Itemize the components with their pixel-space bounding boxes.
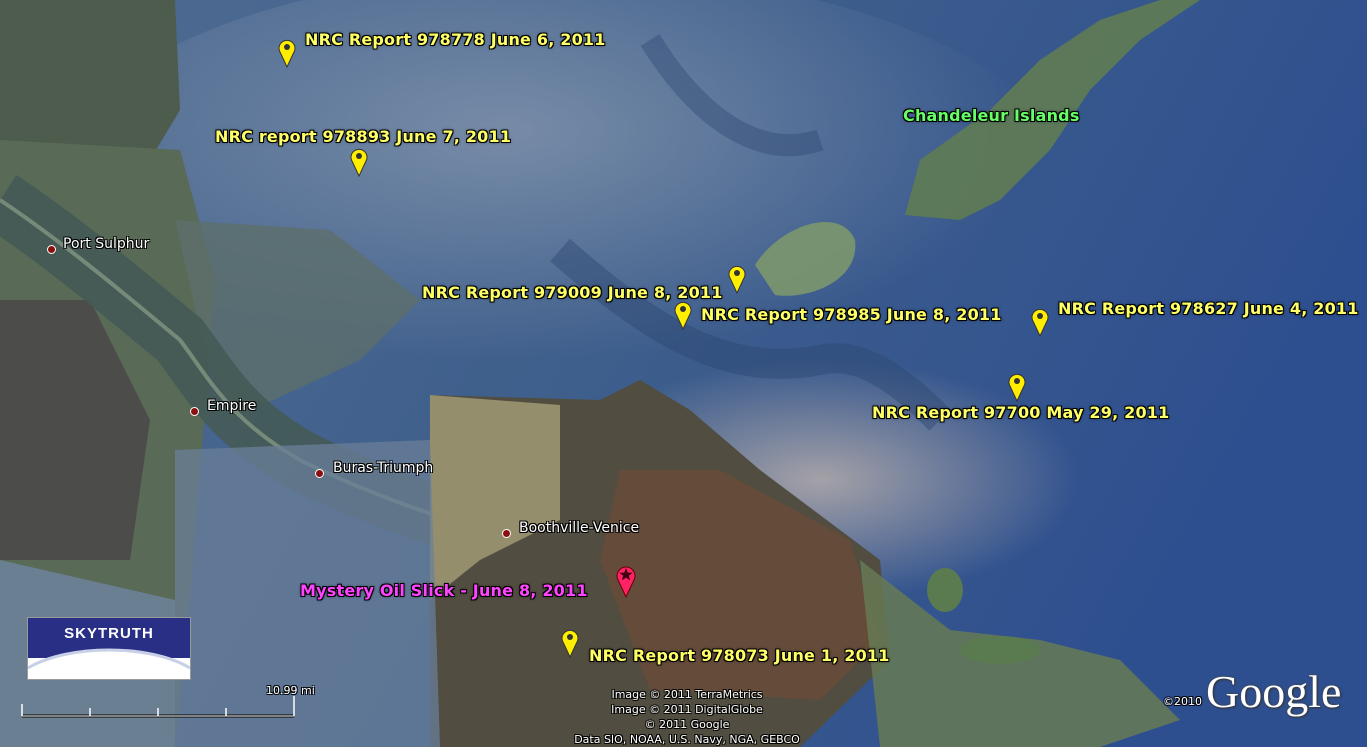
boothville-venice-label[interactable]: Boothville-Venice: [519, 520, 639, 536]
google-logo: Google: [1206, 666, 1342, 717]
nrc-report-978778-label[interactable]: NRC Report 978778 June 6, 2011: [305, 30, 606, 49]
empire-label[interactable]: Empire: [207, 398, 256, 414]
map-pin-icon[interactable]: [1007, 370, 1027, 402]
data-credit-sources: Data SIO, NOAA, U.S. Navy, NGA, GEBCO: [574, 733, 800, 746]
town-dot-icon[interactable]: [47, 245, 56, 254]
map-pin-icon[interactable]: [277, 36, 297, 68]
town-dot-icon[interactable]: [502, 529, 511, 538]
nrc-report-97700-label[interactable]: NRC Report 97700 May 29, 2011: [872, 403, 1169, 422]
chandeleur-islands-label: Chandeleur Islands: [903, 106, 1080, 125]
port-sulphur-label[interactable]: Port Sulphur: [63, 236, 149, 252]
skytruth-logo: SKYTRUTH: [27, 617, 191, 680]
town-dot-icon[interactable]: [315, 469, 324, 478]
imagery-credit-google: © 2011 Google: [644, 718, 730, 731]
google-copyright: ©2010: [1163, 695, 1202, 708]
map-pin-icon[interactable]: [1030, 305, 1050, 337]
buras-triumph-label[interactable]: Buras-Triumph: [333, 460, 433, 476]
map-pin-icon[interactable]: [349, 145, 369, 177]
nrc-report-978893-label[interactable]: NRC report 978893 June 7, 2011: [215, 127, 511, 146]
nrc-report-978985-label[interactable]: NRC Report 978985 June 8, 2011: [701, 305, 1002, 324]
map-pin-icon[interactable]: [727, 262, 747, 294]
scale-label: 10.99 mi: [266, 684, 315, 697]
satellite-imagery: [0, 0, 1367, 747]
nrc-report-978627-label[interactable]: NRC Report 978627 June 4, 2011: [1058, 299, 1359, 318]
mystery-oil-slick-label[interactable]: Mystery Oil Slick - June 8, 2011: [300, 581, 588, 600]
imagery-credit-terrametrics: Image © 2011 TerraMetrics: [611, 688, 763, 701]
map-pin-icon[interactable]: [673, 298, 693, 330]
town-dot-icon[interactable]: [190, 407, 199, 416]
scale-bar: [21, 696, 295, 718]
map-pin-icon[interactable]: [560, 626, 580, 658]
imagery-credit-digitalglobe: Image © 2011 DigitalGlobe: [611, 703, 763, 716]
nrc-report-978073-label[interactable]: NRC Report 978073 June 1, 2011: [589, 646, 890, 665]
satellite-map[interactable]: NRC Report 978778 June 6, 2011 NRC repor…: [0, 0, 1367, 747]
star-pin-icon[interactable]: [615, 562, 637, 598]
